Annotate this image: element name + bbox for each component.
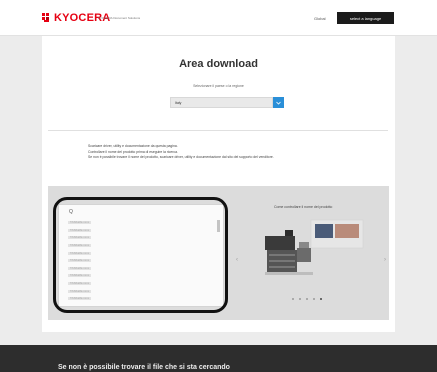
country-select-value[interactable]: Italy	[170, 97, 273, 108]
page-title: Area download	[179, 58, 258, 70]
instruction-line: Se non è possibile trovare il nome del p…	[88, 155, 274, 160]
printer-illustration	[265, 219, 364, 275]
footer-heading: Se non è possibile trovare il file che s…	[58, 364, 230, 371]
carousel-dot[interactable]	[292, 298, 294, 300]
carousel-pagination	[292, 298, 322, 300]
instructions: Scaricare driver, utility e documentazio…	[88, 144, 388, 161]
global-link[interactable]: Global	[314, 16, 326, 21]
page: KYOCERA KYOCERA Document Solutions Globa…	[0, 0, 437, 372]
howto-title: Come controllare il nome del prodotto	[274, 205, 333, 209]
site-header: KYOCERA KYOCERA Document Solutions Globa…	[0, 0, 437, 36]
carousel-dot[interactable]	[313, 298, 315, 300]
select-language-button[interactable]: select a language	[337, 12, 394, 24]
carousel-dot[interactable]	[320, 298, 322, 300]
page-subtitle: Selezionare il paese o la regione	[193, 84, 244, 88]
product-list-highlight-outline	[53, 197, 228, 313]
country-select[interactable]: Italy	[170, 97, 284, 108]
tagline: KYOCERA Document Solutions	[98, 16, 141, 20]
kyocera-logo-mark-icon	[42, 13, 52, 23]
carousel-next-button[interactable]: ›	[384, 257, 386, 263]
carousel-dot[interactable]	[299, 298, 301, 300]
divider	[48, 130, 388, 131]
carousel-dot[interactable]	[306, 298, 308, 300]
carousel-prev-button[interactable]: ‹	[236, 257, 238, 263]
chevron-down-icon[interactable]	[273, 97, 284, 108]
